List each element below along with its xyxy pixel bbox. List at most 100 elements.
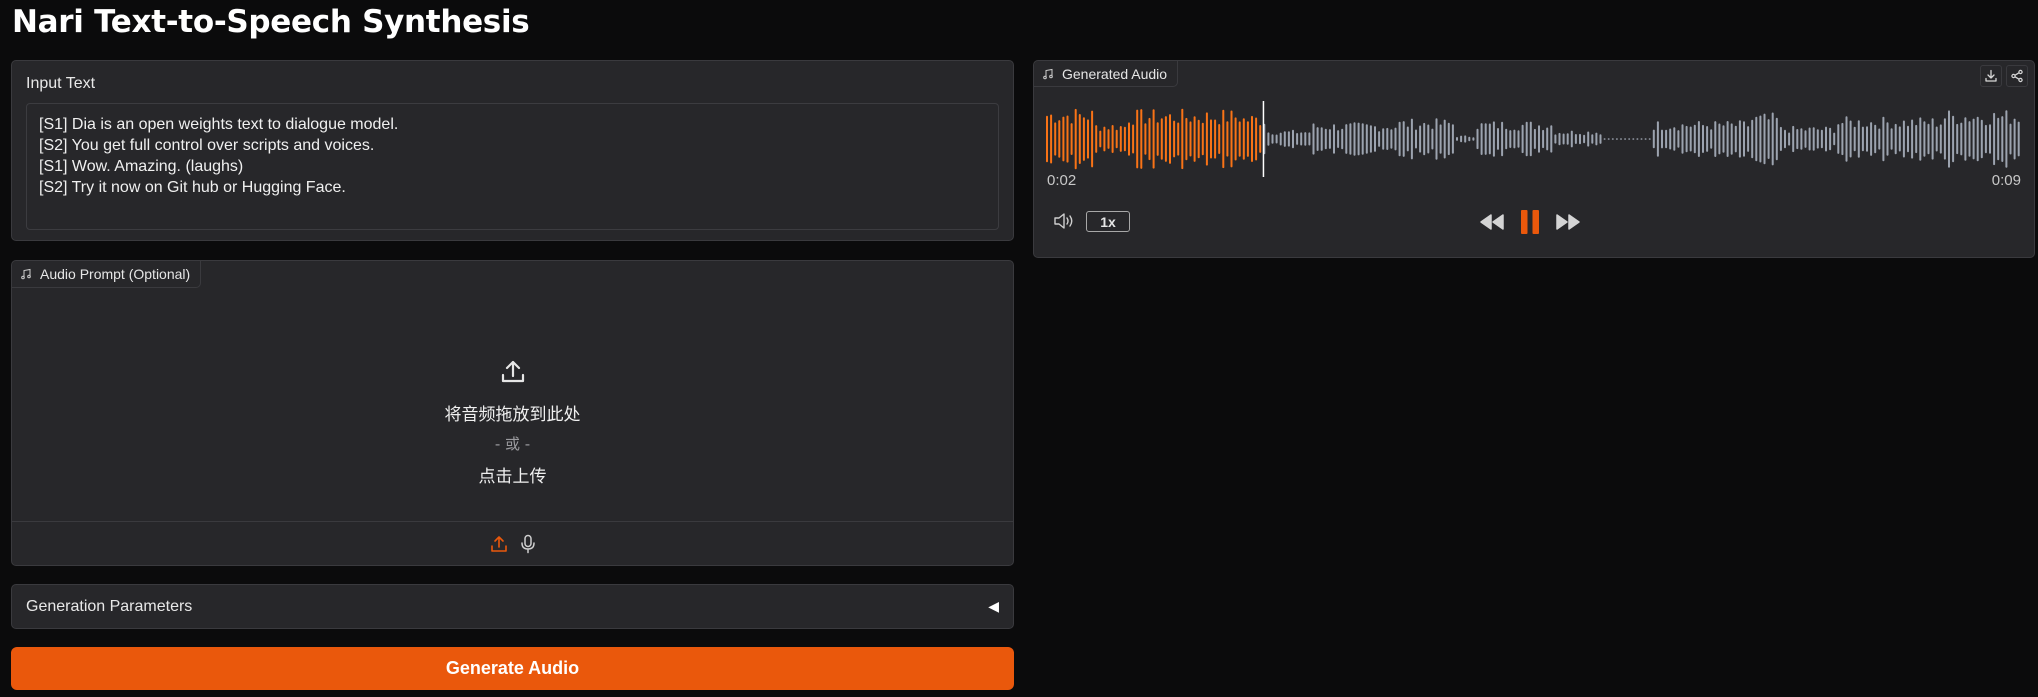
waveform-bar — [1628, 138, 1631, 140]
waveform-bar — [1275, 134, 1278, 144]
microphone-source-button[interactable] — [520, 534, 536, 554]
waveform-bar — [1435, 118, 1438, 160]
waveform-bar — [1115, 129, 1118, 149]
waveform-bar — [1743, 121, 1745, 157]
waveform-bar — [1583, 134, 1586, 144]
waveform-bar — [1968, 121, 1971, 157]
current-time: 0:02 — [1047, 172, 1077, 189]
waveform-bar — [1177, 122, 1180, 156]
waveform-bar — [1345, 124, 1348, 154]
waveform-bar — [1451, 124, 1454, 154]
waveform-bar — [1763, 113, 1766, 165]
waveform-bar — [1574, 134, 1577, 144]
pause-icon — [1521, 210, 1539, 234]
waveform-bar — [1456, 137, 1458, 141]
waveform-bar — [1591, 134, 1594, 144]
waveform-bar — [1087, 119, 1089, 159]
waveform-bar — [1050, 114, 1053, 164]
generate-audio-button[interactable]: Generate Audio — [11, 647, 1014, 690]
waveform-bar — [1718, 123, 1721, 155]
waveform-bar — [1058, 120, 1061, 158]
fast-forward-button[interactable] — [1555, 213, 1581, 231]
waveform-bar — [1673, 127, 1676, 151]
waveform-bar — [1251, 115, 1253, 162]
volume-button[interactable] — [1052, 211, 1076, 231]
download-button[interactable] — [1980, 65, 2002, 87]
waveform-bar — [1365, 124, 1368, 154]
waveform-bar — [1369, 125, 1372, 153]
waveform-bar — [1111, 125, 1114, 153]
waveform-bar — [1529, 121, 1532, 157]
waveform-bar — [1431, 128, 1434, 150]
waveform-bar — [1328, 129, 1331, 149]
waveform-bar — [1107, 129, 1110, 149]
waveform-bar — [2001, 116, 2004, 162]
waveform-bar — [1046, 115, 1048, 163]
waveform-bar — [1205, 112, 1208, 166]
waveform-bar — [1804, 130, 1807, 148]
waveform-bar — [1189, 121, 1192, 157]
waveform-bar — [1771, 112, 1774, 166]
waveform-bar — [1845, 116, 1848, 162]
audio-prompt-label-tab: Audio Prompt (Optional) — [12, 261, 202, 288]
waveform-bar — [1119, 126, 1122, 152]
upload-icon — [501, 360, 524, 383]
waveform-bar — [1308, 132, 1311, 146]
waveform-bar — [1283, 131, 1286, 147]
waveform-bar — [1558, 132, 1561, 146]
waveform-bar — [1570, 130, 1573, 148]
audio-source-selector — [12, 521, 1013, 565]
waveform-bar — [1341, 128, 1344, 150]
waveform-bar — [1525, 121, 1528, 157]
waveform-bar — [1443, 119, 1446, 159]
waveform-bar — [1271, 134, 1274, 144]
audio-waveform[interactable] — [1046, 99, 2022, 179]
generated-audio-label: Generated Audio — [1062, 65, 1168, 82]
waveform-bar — [1513, 129, 1516, 149]
waveform-bar — [1607, 138, 1610, 140]
waveform-bar — [1374, 126, 1376, 152]
waveform-bar — [1829, 127, 1832, 151]
rewind-button[interactable] — [1479, 213, 1505, 231]
share-button[interactable] — [2006, 65, 2028, 87]
waveform-bar — [1939, 124, 1942, 154]
share-icon — [2011, 69, 2023, 83]
upload-source-button[interactable] — [490, 535, 508, 553]
waveform-bar — [2005, 110, 2008, 168]
waveform-bar — [1738, 120, 1741, 158]
waveform-bar — [1546, 127, 1549, 151]
waveform-bar — [1419, 125, 1422, 153]
waveform-bar — [1784, 129, 1786, 149]
volume-icon — [1054, 213, 1073, 229]
waveform-bar — [1140, 109, 1143, 169]
waveform-bar — [1066, 115, 1069, 163]
waveform-bar — [1837, 124, 1840, 154]
generation-parameters-accordion[interactable]: Generation Parameters ◀ — [11, 584, 1014, 629]
drop-or-text: - 或 - — [494, 435, 531, 453]
playhead-cursor[interactable] — [1262, 101, 1265, 177]
waveform-bar — [1464, 135, 1467, 143]
waveform-bar — [1894, 123, 1897, 155]
waveform-bar — [1825, 126, 1827, 152]
pause-button[interactable] — [1519, 209, 1541, 235]
waveform-bar — [1788, 132, 1791, 146]
waveform-bar — [1497, 128, 1499, 150]
waveform-bar — [1656, 121, 1659, 157]
waveform-bar — [1767, 119, 1770, 159]
waveform-bar — [1620, 138, 1622, 140]
waveform-bar — [1091, 110, 1094, 168]
waveform-bar — [1726, 121, 1729, 157]
audio-drop-zone[interactable]: 将音频拖放到此处 - 或 - 点击上传 — [12, 288, 1013, 522]
waveform-bar — [1218, 124, 1221, 154]
waveform-bar — [1907, 125, 1909, 153]
waveform-bar — [1505, 128, 1508, 150]
waveform-bar — [1361, 123, 1364, 155]
waveform-bar — [1492, 121, 1495, 157]
playback-speed-button[interactable]: 1x — [1086, 211, 1130, 232]
waveform-bar — [1070, 123, 1073, 155]
waveform-bar — [1611, 138, 1614, 140]
waveform-bar — [1685, 125, 1688, 153]
input-text-area[interactable]: [S1] Dia is an open weights text to dial… — [26, 103, 999, 230]
waveform-bar — [1648, 138, 1651, 140]
total-duration: 0:09 — [1991, 172, 2021, 189]
